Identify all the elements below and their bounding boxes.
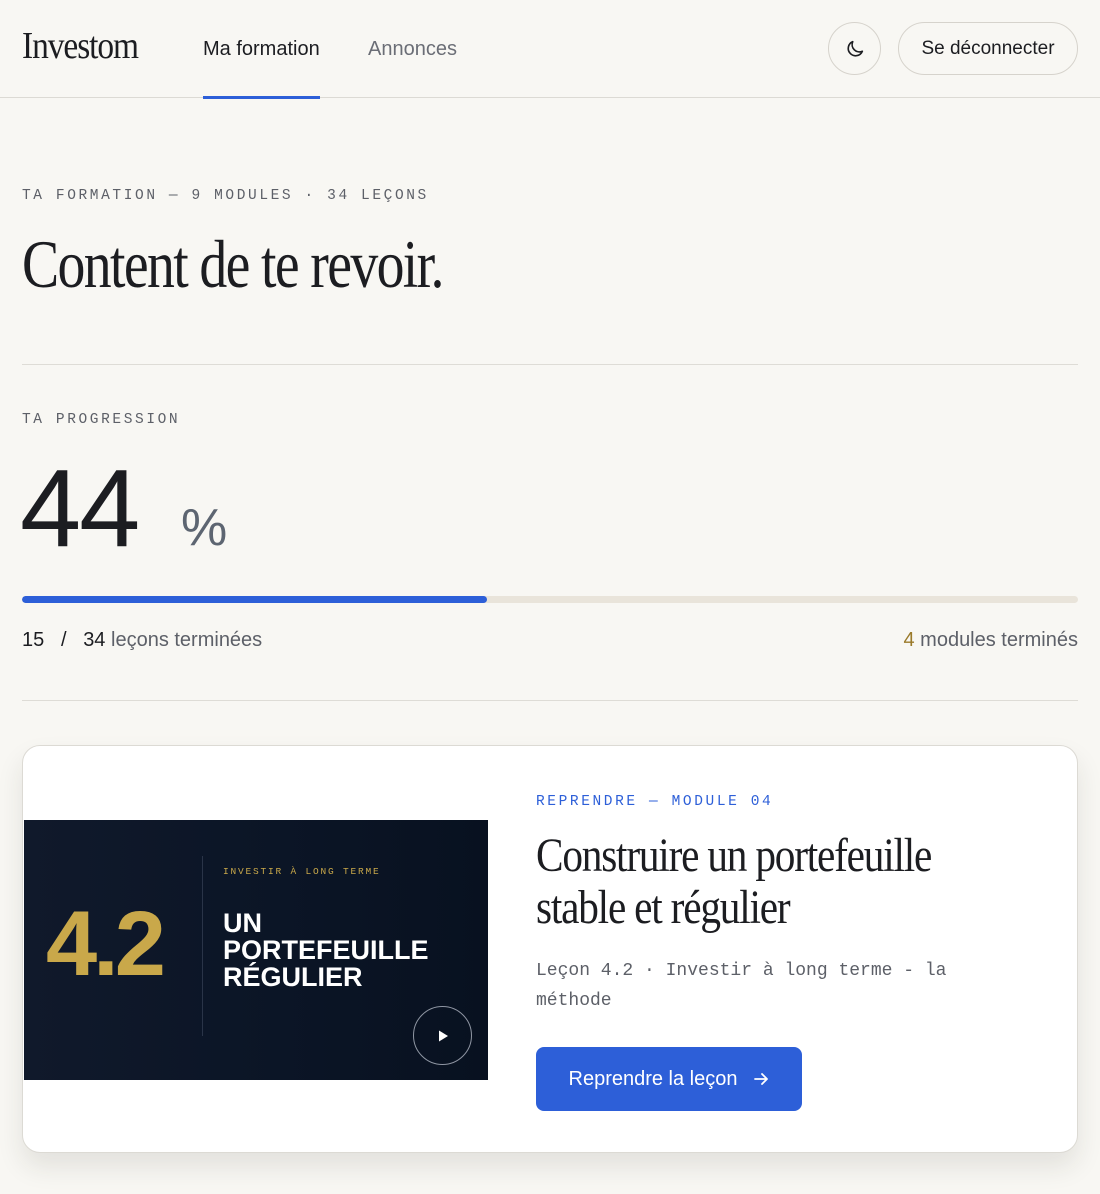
thumbnail-lesson-number: 4.2 — [46, 893, 166, 995]
tab-ma-formation[interactable]: Ma formation — [203, 0, 320, 99]
divider — [22, 364, 1078, 365]
course-overview-eyebrow: TA FORMATION — 9 MODULES · 34 LEÇONS — [22, 188, 429, 204]
lessons-separator: / — [60, 629, 67, 651]
progress-percent-value: 44 — [20, 447, 140, 570]
lessons-done: 15 — [22, 629, 45, 651]
lesson-description: Leçon 4.2 · Investir à long terme - la m… — [536, 961, 947, 1011]
tab-annonces[interactable]: Annonces — [368, 0, 457, 98]
lessons-suffix: leçons terminées — [111, 629, 263, 651]
top-header: Investom Ma formation Annonces Se déconn… — [0, 0, 1100, 99]
lessons-completed-count: 15 / 34 leçons terminées — [22, 629, 262, 652]
page-title: Content de te revoir. — [22, 226, 444, 302]
divider — [22, 700, 1078, 701]
modules-suffix: modules terminés — [920, 629, 1078, 651]
lesson-title: Construire un portefeuille stable et rég… — [536, 829, 932, 934]
play-button[interactable] — [413, 1006, 472, 1065]
arrow-right-icon — [753, 1073, 768, 1085]
lessons-total: 34 — [83, 629, 106, 651]
lesson-video-thumbnail[interactable]: 4.2 INVESTIR À LONG TERME UN PORTEFEUILL… — [24, 820, 488, 1080]
thumbnail-title: UN PORTEFEUILLE RÉGULIER — [223, 908, 429, 992]
thumbnail-eyebrow: INVESTIR À LONG TERME — [223, 866, 381, 877]
thumbnail-divider — [202, 856, 203, 1036]
logout-button[interactable]: Se déconnecter — [898, 22, 1078, 75]
resume-button-label: Reprendre la leçon — [568, 1067, 738, 1090]
play-icon — [438, 1030, 448, 1041]
moon-icon — [846, 40, 863, 57]
modules-done: 4 — [903, 629, 915, 651]
resume-lesson-card: 4.2 INVESTIR À LONG TERME UN PORTEFEUILL… — [22, 745, 1078, 1153]
theme-toggle-button[interactable] — [828, 22, 881, 75]
resume-eyebrow: REPRENDRE — MODULE 04 — [536, 794, 774, 810]
resume-lesson-button[interactable]: Reprendre la leçon — [536, 1047, 802, 1111]
progress-bar-fill — [22, 596, 487, 603]
modules-completed-count: 4 modules terminés — [903, 629, 1078, 652]
logo[interactable]: Investom — [22, 24, 139, 68]
progress-bar — [22, 596, 1078, 603]
progress-eyebrow: TA PROGRESSION — [22, 412, 181, 428]
percent-sign: % — [181, 499, 228, 557]
